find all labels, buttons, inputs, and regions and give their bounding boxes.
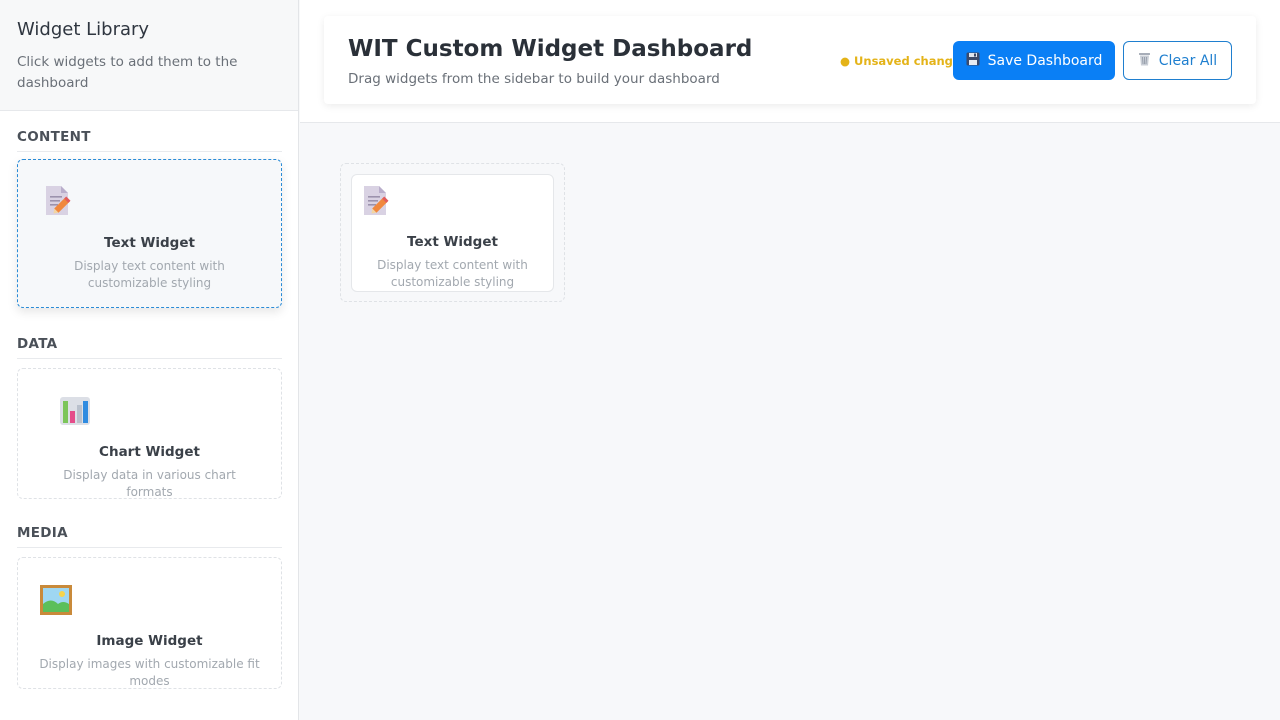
dashboard-text-widget[interactable]: Text Widget Display text content with cu…: [351, 174, 554, 292]
widget-description: Display text content with customizable s…: [74, 259, 225, 290]
dashboard-header: WIT Custom Widget Dashboard Drag widgets…: [324, 16, 1256, 104]
widget-name: Chart Widget: [99, 444, 200, 460]
widget-library-sidebar: Widget Library Click widgets to add them…: [0, 0, 299, 720]
widget-name: Text Widget: [407, 234, 498, 250]
wastebasket-icon: [1138, 52, 1151, 70]
page-title: WIT Custom Widget Dashboard: [348, 36, 753, 62]
bar-chart-icon: [59, 395, 91, 431]
save-dashboard-button[interactable]: Save Dashboard: [953, 41, 1115, 80]
sidebar-header: Widget Library Click widgets to add them…: [0, 0, 298, 111]
library-item-chart-widget[interactable]: Chart Widget Display data in various cha…: [17, 368, 282, 499]
app: Widget Library Click widgets to add them…: [0, 0, 1280, 720]
document-pencil-icon: [44, 185, 72, 221]
section-heading-data: DATA: [17, 336, 282, 359]
library-item-text-widget[interactable]: Text Widget Display text content with cu…: [17, 159, 282, 308]
clear-all-label: Clear All: [1158, 52, 1218, 69]
library-item-image-widget[interactable]: Image Widget Display images with customi…: [17, 557, 282, 689]
floppy-disk-icon: [966, 52, 980, 70]
section-heading-content: CONTENT: [17, 129, 282, 152]
top-bar: WIT Custom Widget Dashboard Drag widgets…: [300, 0, 1280, 123]
widget-description: Display text content with customizable s…: [377, 258, 528, 289]
unsaved-changes-indicator: ● Unsaved changes: [840, 54, 968, 68]
page-subtitle: Drag widgets from the sidebar to build y…: [348, 71, 720, 87]
clear-all-button[interactable]: Clear All: [1123, 41, 1232, 80]
sidebar-subtitle: Click widgets to add them to the dashboa…: [17, 54, 238, 91]
document-pencil-icon: [362, 185, 390, 221]
widget-description: Display images with customizable fit mod…: [39, 657, 260, 688]
dashboard-canvas[interactable]: Text Widget Display text content with cu…: [300, 124, 1280, 720]
sidebar-title: Widget Library: [17, 19, 150, 40]
widget-description: Display data in various chart formats: [63, 468, 236, 499]
widget-name: Text Widget: [104, 235, 195, 251]
dashboard-main: WIT Custom Widget Dashboard Drag widgets…: [300, 0, 1280, 720]
widget-slot[interactable]: Text Widget Display text content with cu…: [340, 163, 565, 302]
framed-picture-icon: [39, 584, 73, 620]
section-heading-media: MEDIA: [17, 525, 282, 548]
widget-name: Image Widget: [96, 633, 203, 649]
save-dashboard-label: Save Dashboard: [987, 52, 1103, 69]
